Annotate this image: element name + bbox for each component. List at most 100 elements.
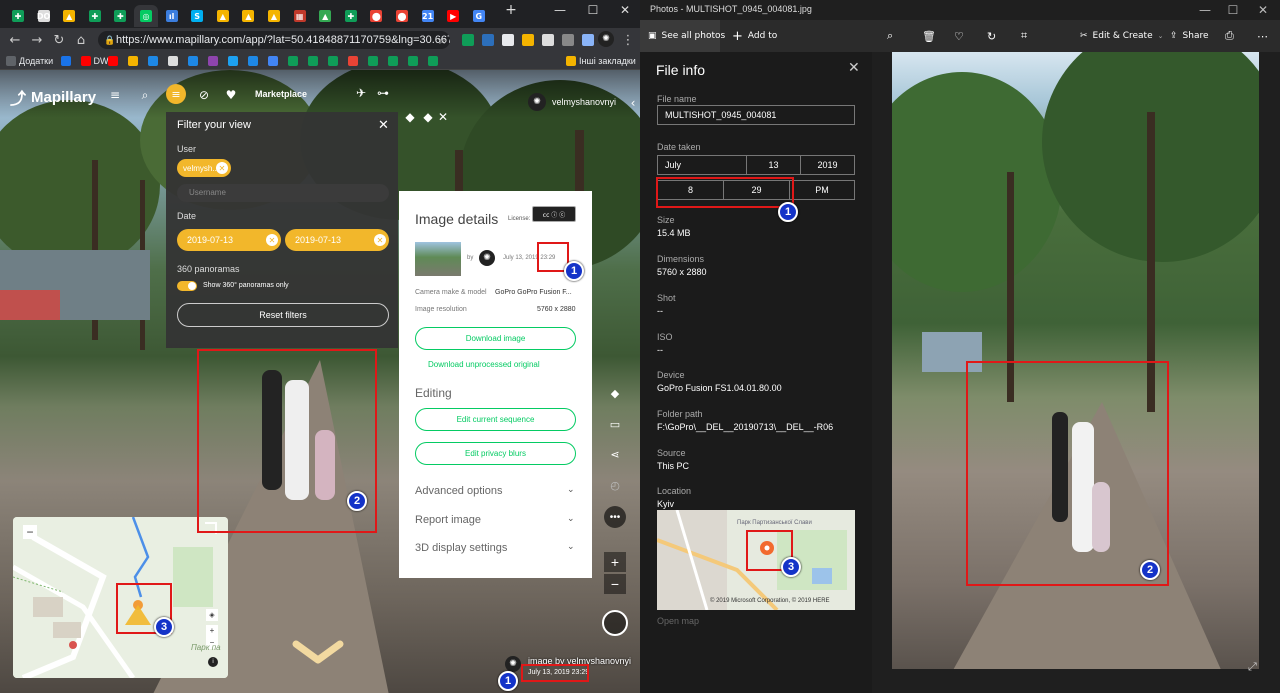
edit-blurs-button[interactable]: Edit privacy blurs: [415, 442, 576, 465]
extension-icon[interactable]: [522, 34, 534, 46]
extension-icon[interactable]: [542, 34, 554, 46]
browser-tab[interactable]: ıl: [160, 5, 184, 27]
bookmark-item[interactable]: DW: [80, 55, 109, 67]
browser-tab[interactable]: ⬤: [364, 5, 388, 27]
edit-create-button[interactable]: ✂ Edit & Create ⌄: [1080, 29, 1164, 43]
download-image-button[interactable]: Download image: [415, 327, 576, 350]
browser-tab[interactable]: ▶: [441, 5, 465, 27]
bookmark-item[interactable]: [367, 55, 378, 67]
chrome-menu-icon[interactable]: ⋮: [620, 32, 636, 48]
edit-sequence-button[interactable]: Edit current sequence: [415, 408, 576, 431]
user-menu[interactable]: ✺ velmyshanovnyi: [528, 93, 616, 111]
close-icon[interactable]: ✕: [848, 60, 860, 76]
bookmark-item[interactable]: [227, 55, 238, 67]
day-field[interactable]: 13: [746, 155, 801, 175]
search-icon[interactable]: ⌕: [138, 88, 152, 102]
bookmark-item[interactable]: [327, 55, 338, 67]
close-icon[interactable]: ✕: [378, 118, 389, 133]
new-tab-button[interactable]: +: [496, 0, 526, 20]
browser-tab[interactable]: ✚: [339, 5, 363, 27]
browser-tab[interactable]: ▲: [262, 5, 286, 27]
minimap-collapse-button[interactable]: −: [23, 525, 37, 539]
sequence-icon[interactable]: ⊶: [376, 86, 390, 100]
compass-icon[interactable]: [602, 610, 628, 636]
bookmark-item[interactable]: [247, 55, 258, 67]
bookmark-item[interactable]: [60, 55, 71, 67]
zoom-out-button[interactable]: −: [604, 574, 626, 594]
ampm-field[interactable]: PM: [789, 180, 855, 200]
bookmark-item[interactable]: [407, 55, 418, 67]
add-to-button[interactable]: + Add to: [732, 29, 777, 44]
delete-icon[interactable]: 🗑: [922, 29, 936, 43]
bookmark-item[interactable]: [127, 55, 138, 67]
advanced-options-section[interactable]: Advanced options ⌄: [415, 485, 575, 497]
crop-icon[interactable]: ⌗: [1021, 29, 1027, 43]
panoramas-toggle[interactable]: [177, 281, 197, 291]
bookmark-item[interactable]: [287, 55, 298, 67]
chevron-left-icon[interactable]: ‹: [626, 96, 640, 110]
layers-icon[interactable]: ♥: [224, 88, 238, 102]
info-icon[interactable]: i: [208, 657, 218, 667]
bookmark-item[interactable]: [187, 55, 198, 67]
reload-button[interactable]: ↻: [51, 32, 67, 48]
bookmark-item[interactable]: [387, 55, 398, 67]
history-icon[interactable]: ◴: [607, 477, 623, 493]
bookmark-item[interactable]: Додатки: [6, 55, 53, 67]
menu-icon[interactable]: ≡: [108, 88, 122, 102]
marketplace-link[interactable]: Marketplace: [255, 89, 307, 99]
browser-tab[interactable]: DO: [32, 5, 56, 27]
fish-icon[interactable]: ◆: [421, 110, 435, 124]
remove-icon[interactable]: ✕: [266, 234, 278, 246]
year-field[interactable]: 2019: [800, 155, 855, 175]
more-icon[interactable]: ⋯: [1257, 29, 1268, 43]
bird-icon[interactable]: ◆: [403, 110, 417, 124]
bookmark-star-icon[interactable]: ☆: [434, 32, 450, 48]
username-input[interactable]: Username: [177, 184, 389, 202]
profile-avatar[interactable]: ✺: [598, 31, 614, 47]
rotate-icon[interactable]: ↻: [987, 29, 996, 43]
date-from-chip[interactable]: 2019-07-13 ✕: [177, 229, 281, 251]
browser-tab[interactable]: G: [467, 5, 491, 27]
other-bookmarks[interactable]: Інші закладки: [566, 55, 636, 67]
forward-button[interactable]: →: [29, 32, 45, 48]
browser-tab[interactable]: S: [185, 5, 209, 27]
browser-tab[interactable]: ◎: [134, 5, 158, 27]
date-to-chip[interactable]: 2019-07-13 ✕: [285, 229, 389, 251]
tag-icon[interactable]: ◆: [607, 385, 623, 401]
extension-icon[interactable]: [482, 34, 494, 46]
extension-icon[interactable]: [462, 34, 474, 46]
see-all-photos-button[interactable]: ▣ See all photos: [640, 20, 725, 52]
traffic-sign-icon[interactable]: ⊘: [197, 88, 211, 102]
back-button[interactable]: ←: [7, 32, 23, 48]
browser-tab[interactable]: ▲: [313, 5, 337, 27]
minimize-button[interactable]: —: [545, 0, 575, 20]
bookmark-item[interactable]: [347, 55, 358, 67]
fullscreen-icon[interactable]: ⤢: [1248, 660, 1257, 674]
comment-icon[interactable]: ▭: [607, 416, 623, 432]
extension-icon[interactable]: [502, 34, 514, 46]
month-field[interactable]: July: [657, 155, 747, 175]
file-name-input[interactable]: MULTISHOT_0945_004081: [657, 105, 855, 125]
cc-license-badge[interactable]: cc ⓘ ⓒ: [532, 206, 576, 222]
close-window-button[interactable]: ✕: [610, 0, 640, 20]
bookmark-item[interactable]: [207, 55, 218, 67]
mapillary-logo[interactable]: ⤴ Mapillary: [10, 85, 96, 109]
maximize-button[interactable]: ☐: [578, 0, 608, 20]
user-chip[interactable]: velmysh... ✕: [177, 159, 231, 177]
minimize-button[interactable]: —: [1190, 0, 1220, 20]
extension-icon[interactable]: [582, 34, 594, 46]
share-icon[interactable]: ⋖: [607, 446, 623, 462]
browser-tab[interactable]: ▦: [288, 5, 312, 27]
close-window-button[interactable]: ✕: [1248, 0, 1278, 20]
bookmark-item[interactable]: [107, 55, 118, 67]
reset-filters-button[interactable]: Reset filters: [177, 303, 389, 327]
remove-icon[interactable]: ✕: [216, 162, 228, 174]
browser-tab[interactable]: ▲: [57, 5, 81, 27]
bookmark-item[interactable]: [307, 55, 318, 67]
filter-icon[interactable]: ≡: [166, 84, 186, 104]
browser-tab[interactable]: ▲: [211, 5, 235, 27]
share-button[interactable]: ⇪ Share: [1170, 29, 1209, 43]
browser-tab[interactable]: ✚: [6, 5, 30, 27]
browser-tab[interactable]: ✚: [83, 5, 107, 27]
3d-display-section[interactable]: 3D display settings ⌄: [415, 542, 575, 554]
